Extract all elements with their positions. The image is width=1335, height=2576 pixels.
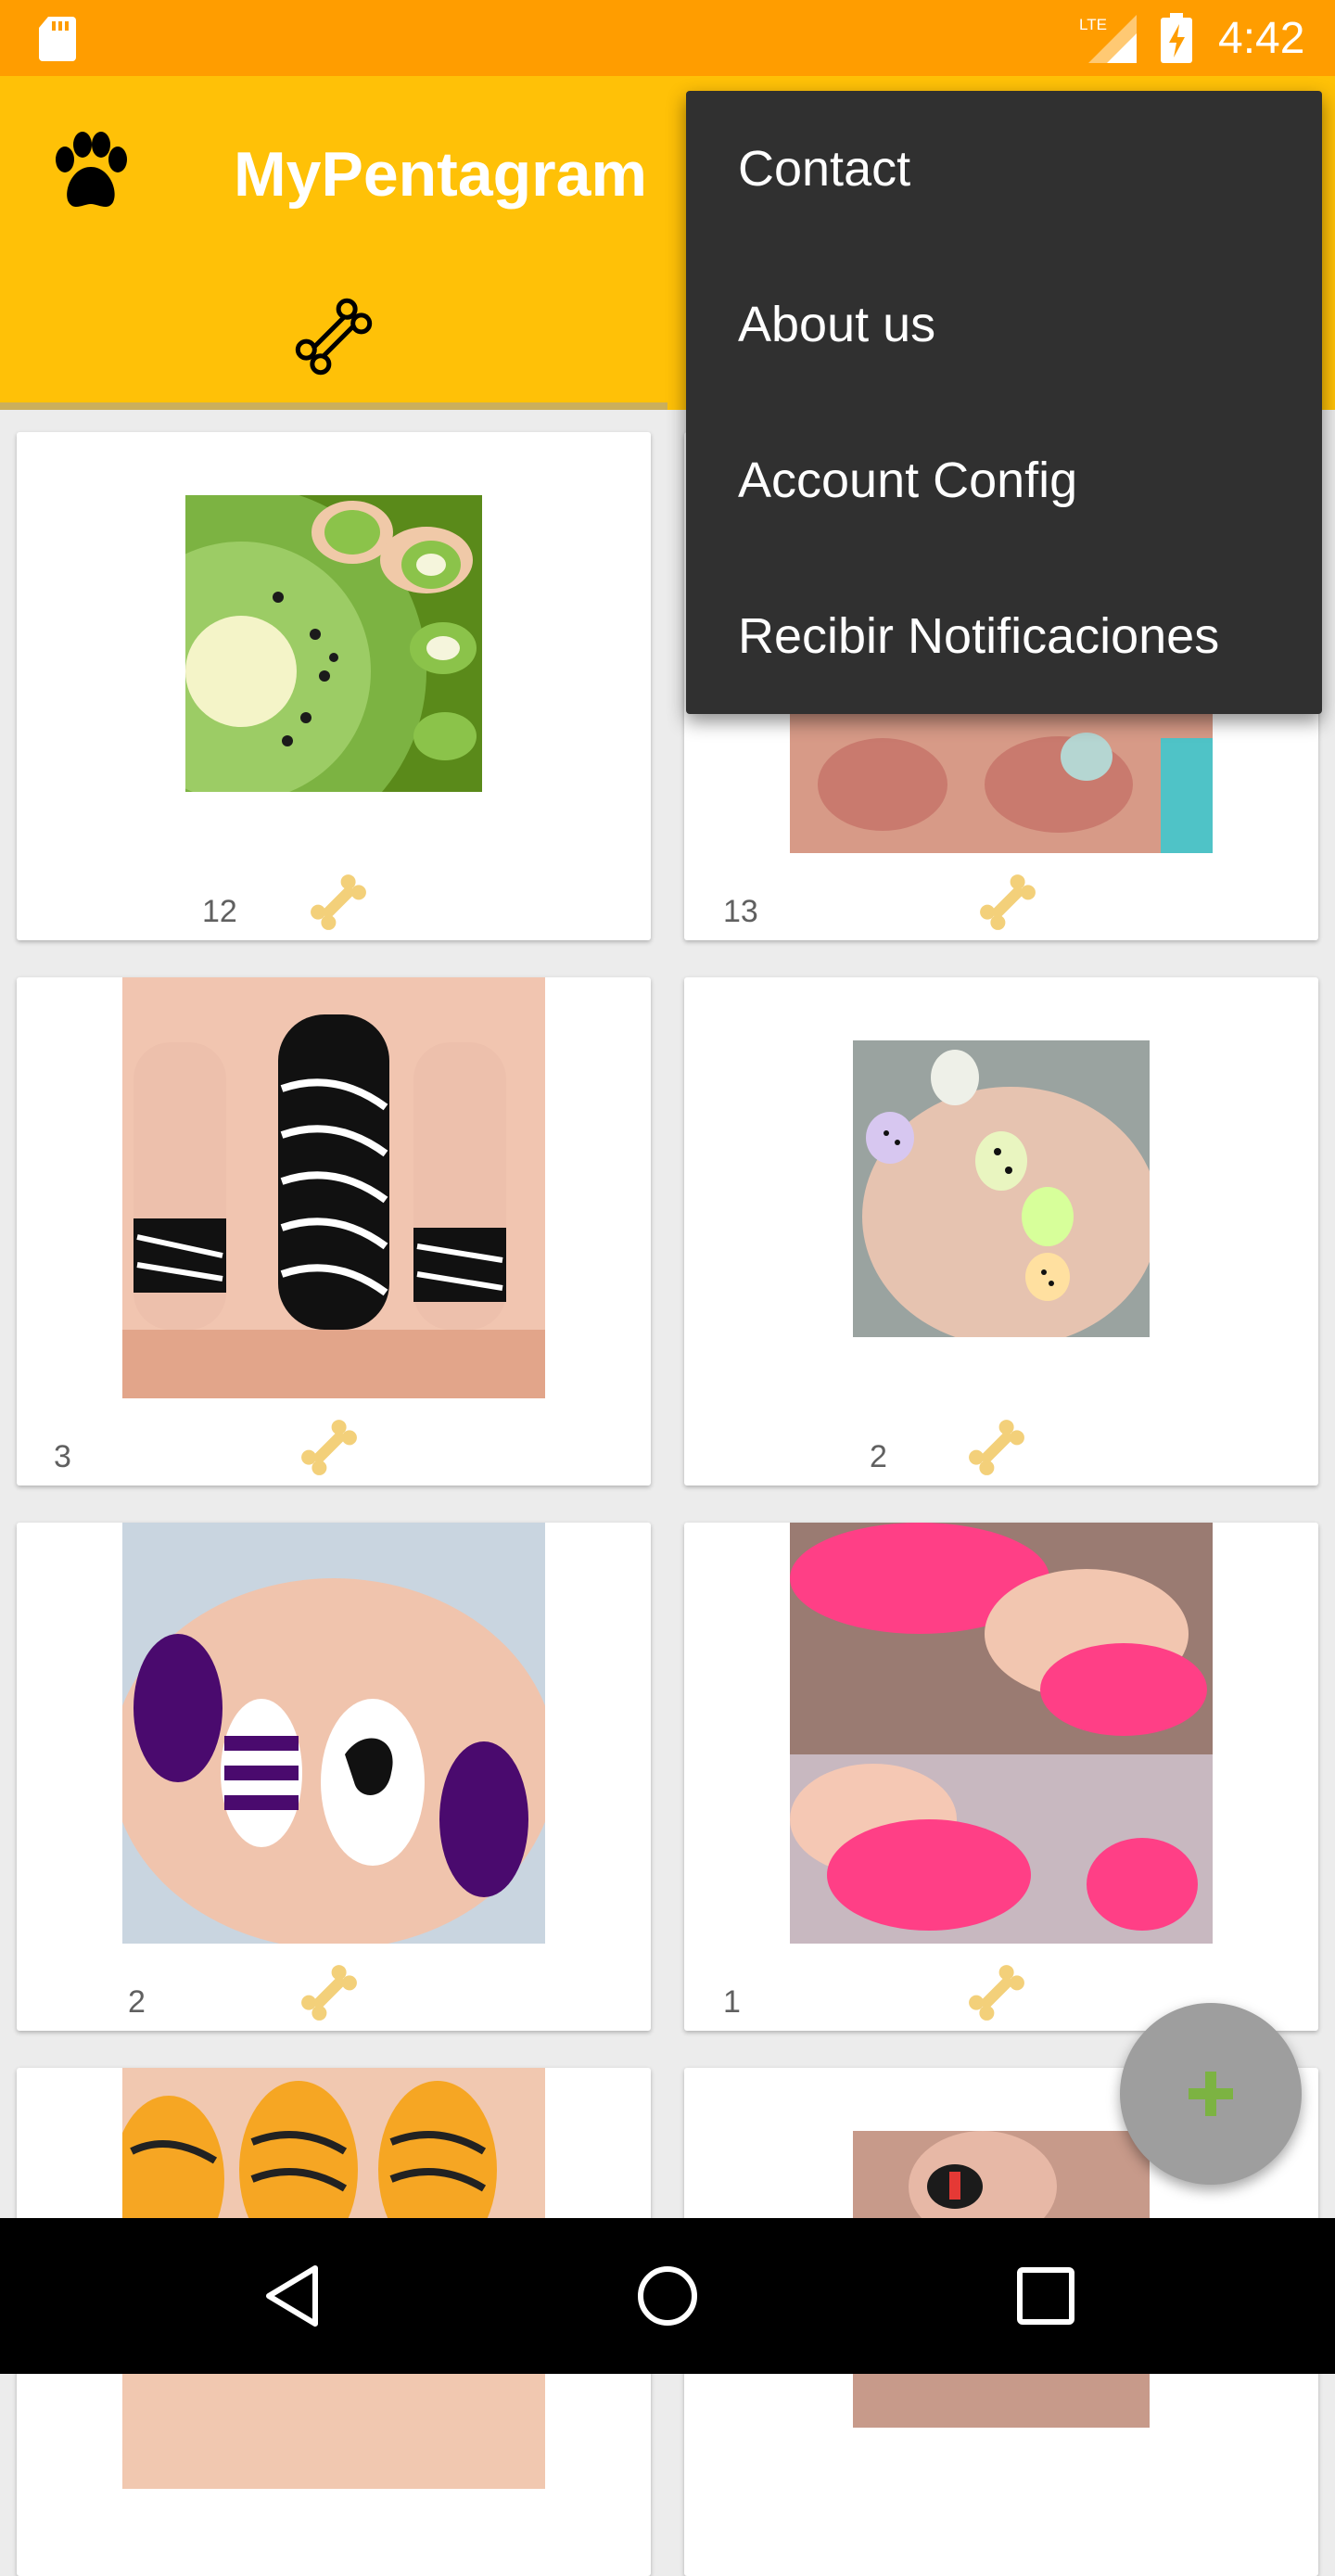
status-time: 4:42 <box>1218 14 1305 63</box>
network-label: LTE <box>1079 16 1107 33</box>
post-card[interactable]: 3 <box>17 977 651 1486</box>
app-title: MyPentagram <box>234 139 647 210</box>
post-card[interactable]: 2 <box>684 977 1318 1486</box>
menu-item-notifications[interactable]: Recibir Notificaciones <box>686 558 1322 714</box>
menu-item-about-us[interactable]: About us <box>686 247 1322 402</box>
navigation-bar <box>0 2218 1335 2374</box>
back-icon[interactable] <box>260 2263 326 2329</box>
bone-icon[interactable] <box>297 1415 362 1480</box>
menu-item-label: About us <box>738 297 936 352</box>
add-post-button[interactable] <box>1120 2003 1302 2185</box>
bone-icon[interactable] <box>964 1415 1029 1480</box>
post-photo[interactable] <box>790 1523 1213 1944</box>
paw-icon <box>56 132 127 208</box>
post-photo[interactable] <box>853 1040 1150 1337</box>
tab-indicator <box>0 402 668 410</box>
bone-icon[interactable] <box>297 1960 362 2025</box>
like-count: 3 <box>54 1439 71 1474</box>
post-card[interactable]: 1 <box>684 1523 1318 2031</box>
like-count: 1 <box>723 1984 741 2020</box>
like-count: 13 <box>723 894 758 929</box>
status-bar: LTE 4:42 <box>0 0 1335 76</box>
bone-icon[interactable] <box>964 1960 1029 2025</box>
recent-apps-icon[interactable] <box>1012 2263 1079 2329</box>
menu-item-label: Account Config <box>738 453 1078 508</box>
bone-icon[interactable] <box>975 870 1040 935</box>
post-card[interactable]: 12 <box>17 432 651 940</box>
overflow-menu: Contact About us Account Config Recibir … <box>686 91 1322 714</box>
like-count: 2 <box>128 1984 146 2020</box>
menu-item-label: Recibir Notificaciones <box>738 608 1220 664</box>
like-count: 2 <box>870 1439 887 1474</box>
home-icon[interactable] <box>634 2263 701 2329</box>
menu-item-account-config[interactable]: Account Config <box>686 402 1322 558</box>
tab-bone-icon[interactable] <box>292 295 375 378</box>
post-photo[interactable] <box>185 495 482 792</box>
bone-icon[interactable] <box>306 870 371 935</box>
lte-signal-icon: LTE <box>1079 15 1137 63</box>
post-card[interactable]: 2 <box>17 1523 651 2031</box>
sd-card-icon <box>39 17 76 61</box>
battery-charging-icon <box>1161 13 1192 63</box>
post-photo[interactable] <box>122 1523 545 1944</box>
menu-item-contact[interactable]: Contact <box>686 91 1322 247</box>
menu-item-label: Contact <box>738 141 911 197</box>
post-photo[interactable] <box>122 977 545 1398</box>
like-count: 12 <box>202 894 237 929</box>
plus-icon <box>1189 2072 1233 2116</box>
